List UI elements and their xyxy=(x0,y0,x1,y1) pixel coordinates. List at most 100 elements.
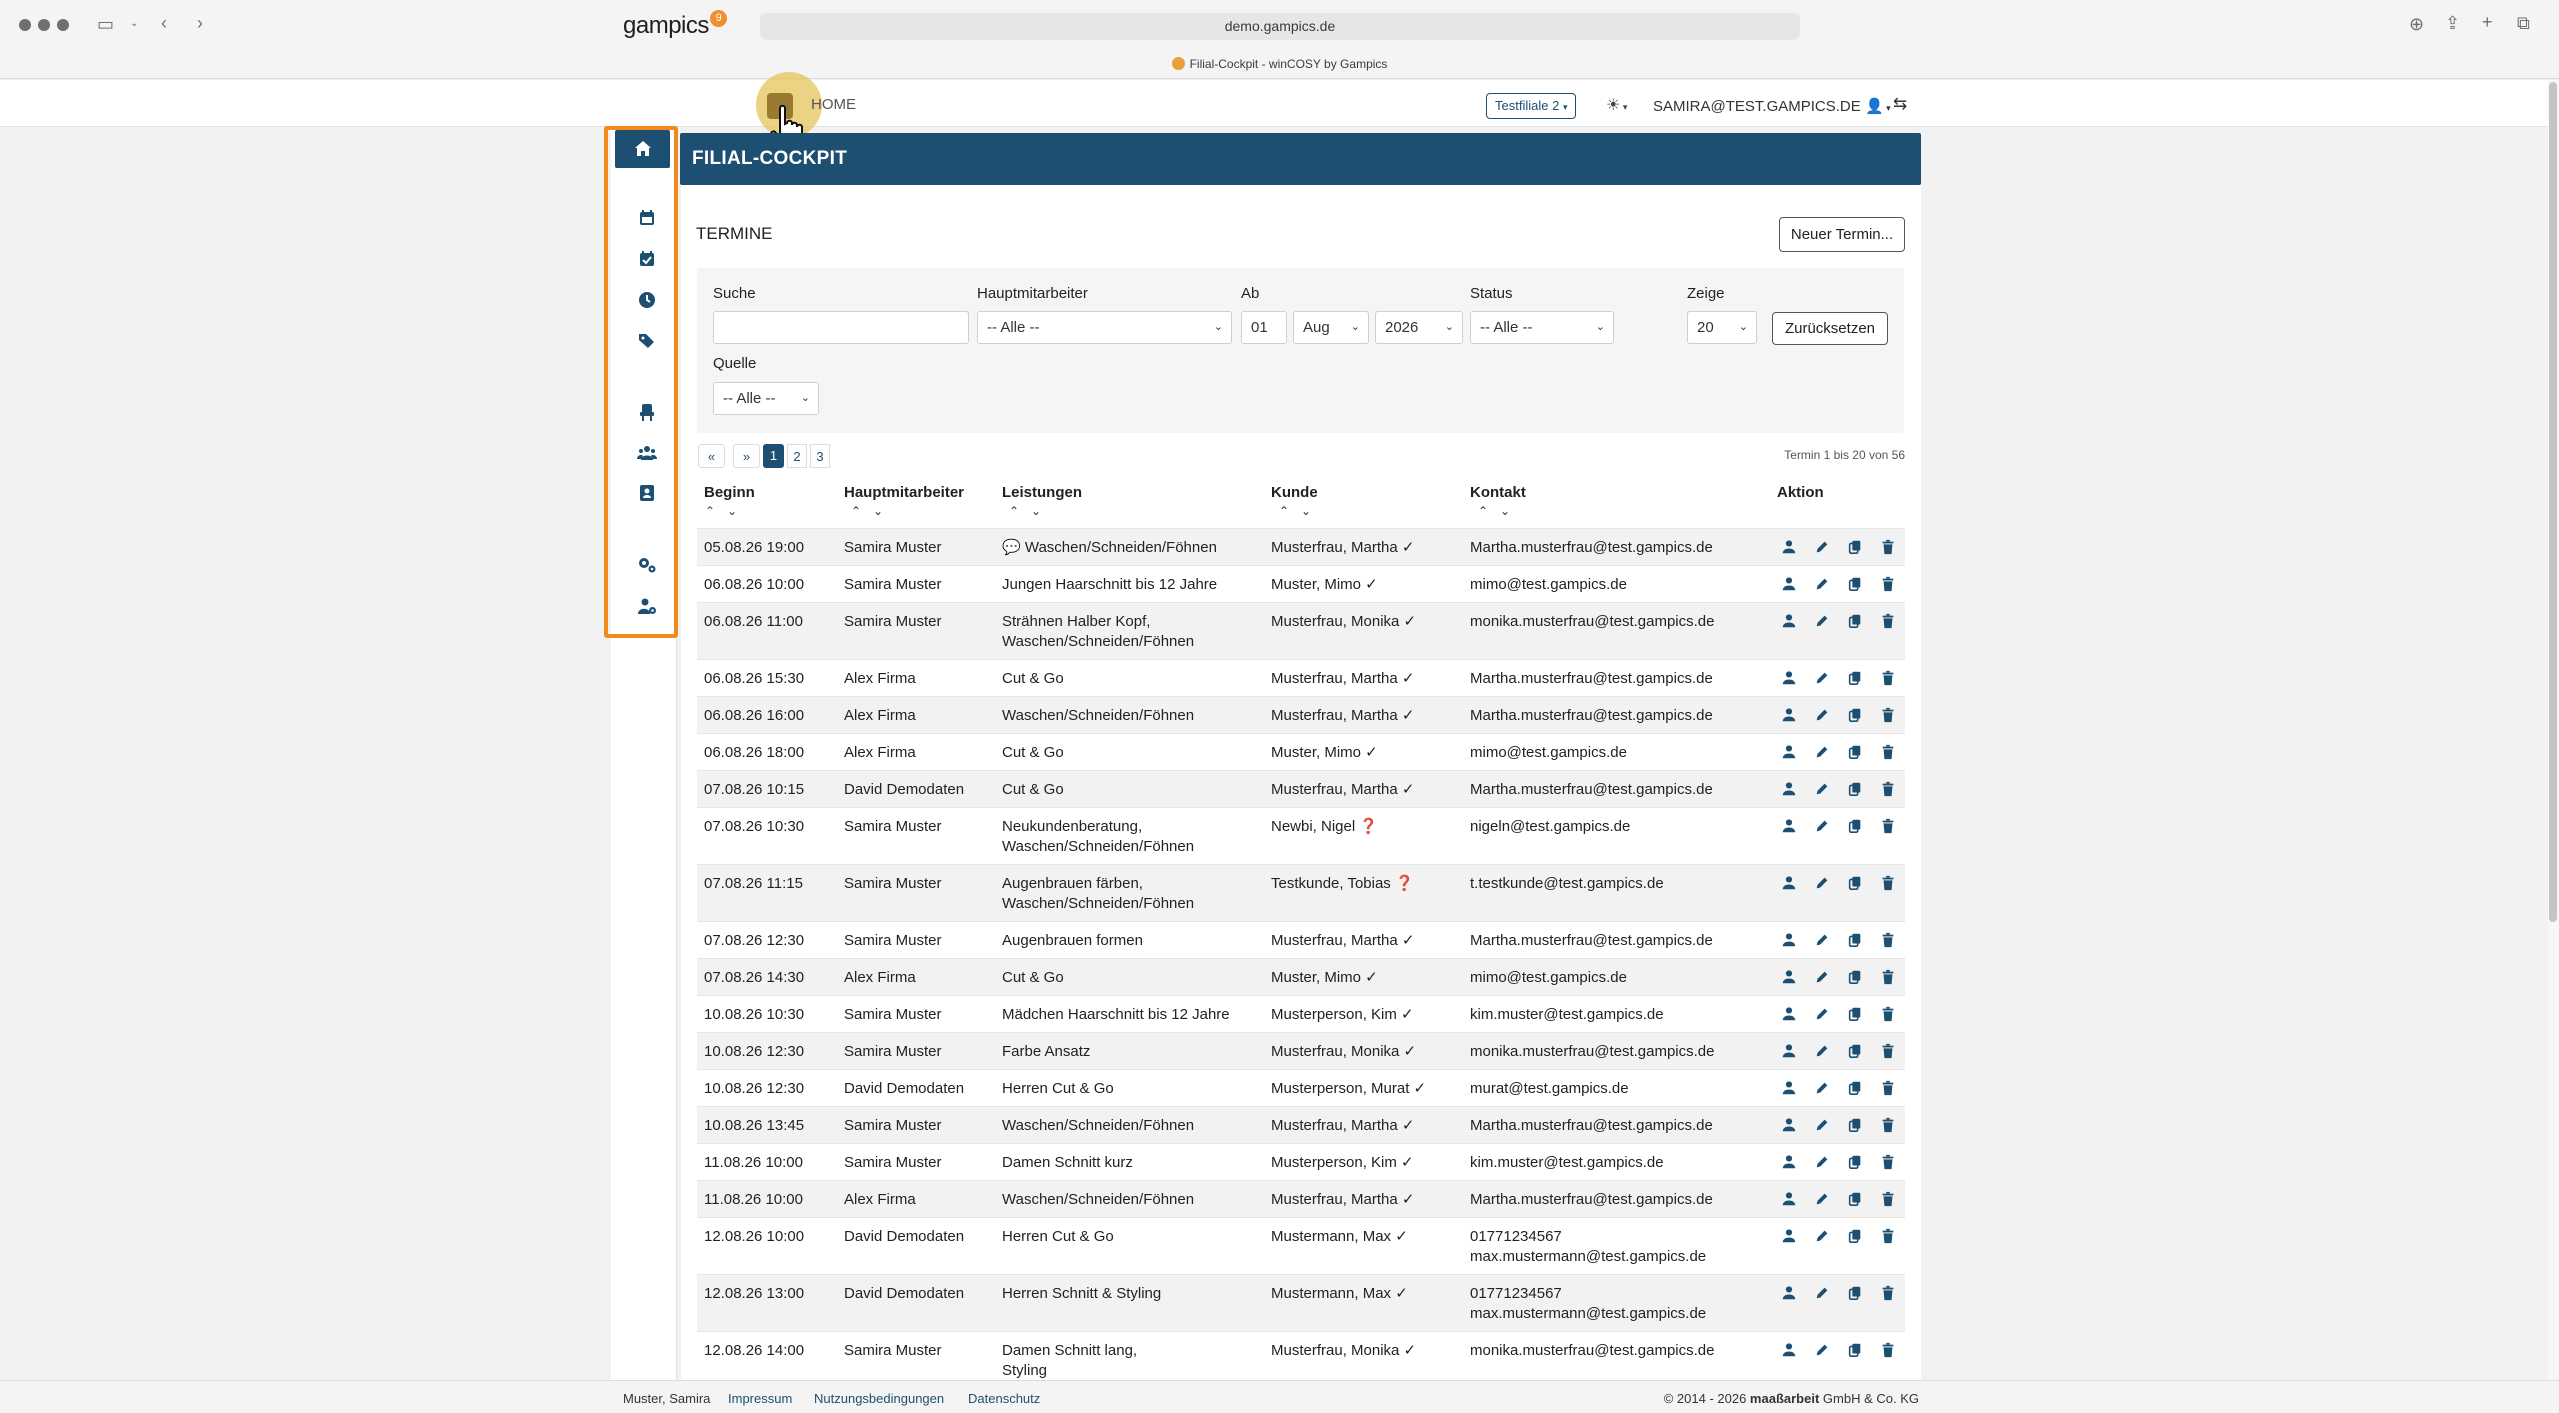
from-year-select[interactable]: 2026 ⌄ xyxy=(1375,311,1463,344)
copy-icon[interactable] xyxy=(1847,613,1865,631)
sidebar-item-user-settings[interactable] xyxy=(637,596,657,616)
delete-icon[interactable] xyxy=(1880,932,1898,950)
customer-icon[interactable] xyxy=(1781,613,1799,631)
customer-icon[interactable] xyxy=(1781,818,1799,836)
table-row[interactable]: 11.08.26 10:00 Samira Muster Damen Schnitt… xyxy=(697,1143,1905,1180)
customer-icon[interactable] xyxy=(1781,1342,1799,1360)
customer-icon[interactable] xyxy=(1781,969,1799,987)
edit-icon[interactable] xyxy=(1814,1342,1832,1360)
copy-icon[interactable] xyxy=(1847,539,1865,557)
customer-icon[interactable] xyxy=(1781,1117,1799,1135)
delete-icon[interactable] xyxy=(1880,613,1898,631)
delete-icon[interactable] xyxy=(1880,744,1898,762)
footer-link-datenschutz[interactable]: Datenschutz xyxy=(968,1391,1040,1406)
table-row[interactable]: 07.08.26 12:30 Samira Muster Augenbrauen f… xyxy=(697,921,1905,958)
page-2-button[interactable]: 2 xyxy=(787,444,807,468)
table-row[interactable]: 10.08.26 12:30 David Demodaten Herren Cut … xyxy=(697,1069,1905,1106)
column-header-kunde[interactable]: Kunde xyxy=(1271,484,1318,501)
branch-select[interactable]: Testfiliale 2 ▾ xyxy=(1486,93,1577,119)
forward-icon[interactable]: › xyxy=(197,13,203,33)
column-header-beginn[interactable]: Beginn xyxy=(704,484,755,501)
sidebar-item-customers[interactable] xyxy=(637,443,657,463)
customer-icon[interactable] xyxy=(1781,1285,1799,1303)
edit-icon[interactable] xyxy=(1814,744,1832,762)
copy-icon[interactable] xyxy=(1847,1154,1865,1172)
table-row[interactable]: 06.08.26 15:30 Alex Firma Cut & Go Musterfr… xyxy=(697,659,1905,696)
copy-icon[interactable] xyxy=(1847,932,1865,950)
switch-branch-icon[interactable]: ⇆ xyxy=(1893,94,1907,114)
chevron-down-icon[interactable]: ⌄ xyxy=(130,14,138,34)
edit-icon[interactable] xyxy=(1814,613,1832,631)
copy-icon[interactable] xyxy=(1847,1006,1865,1024)
delete-icon[interactable] xyxy=(1880,707,1898,725)
edit-icon[interactable] xyxy=(1814,875,1832,893)
delete-icon[interactable] xyxy=(1880,1154,1898,1172)
column-header-hauptmitarbeiter[interactable]: Hauptmitarbeiter xyxy=(844,484,964,501)
copy-icon[interactable] xyxy=(1847,670,1865,688)
copy-icon[interactable] xyxy=(1847,1080,1865,1098)
scrollbar-thumb[interactable] xyxy=(2549,82,2557,922)
customer-icon[interactable] xyxy=(1781,781,1799,799)
table-row[interactable]: 12.08.26 13:00 David Demodaten Herren Schn… xyxy=(697,1274,1905,1331)
copy-icon[interactable] xyxy=(1847,1228,1865,1246)
customer-icon[interactable] xyxy=(1781,744,1799,762)
edit-icon[interactable] xyxy=(1814,932,1832,950)
from-day-input[interactable]: 01 xyxy=(1241,311,1287,344)
customer-icon[interactable] xyxy=(1781,1006,1799,1024)
table-row[interactable]: 07.08.26 10:30 Samira Muster Neukundenbera… xyxy=(697,807,1905,864)
next-page-button[interactable]: » xyxy=(733,444,760,468)
table-row[interactable]: 07.08.26 11:15 Samira Muster Augenbrauen f… xyxy=(697,864,1905,921)
customer-icon[interactable] xyxy=(1781,1043,1799,1061)
window-close-button[interactable] xyxy=(19,19,31,31)
copy-icon[interactable] xyxy=(1847,969,1865,987)
edit-icon[interactable] xyxy=(1814,1117,1832,1135)
customer-icon[interactable] xyxy=(1781,1191,1799,1209)
sort-arrows-icon[interactable]: ⌃⌄ xyxy=(1478,504,1522,518)
delete-icon[interactable] xyxy=(1880,539,1898,557)
copy-icon[interactable] xyxy=(1847,1342,1865,1360)
delete-icon[interactable] xyxy=(1880,1006,1898,1024)
customer-icon[interactable] xyxy=(1781,707,1799,725)
table-row[interactable]: 07.08.26 14:30 Alex Firma Cut & Go Muster, … xyxy=(697,958,1905,995)
customer-icon[interactable] xyxy=(1781,1154,1799,1172)
copy-icon[interactable] xyxy=(1847,1043,1865,1061)
sort-arrows-icon[interactable]: ⌃⌄ xyxy=(705,504,749,518)
sort-arrows-icon[interactable]: ⌃⌄ xyxy=(851,504,895,518)
sidebar-item-tags[interactable] xyxy=(637,331,657,351)
page-3-button[interactable]: 3 xyxy=(810,444,830,468)
copy-icon[interactable] xyxy=(1847,1117,1865,1135)
new-tab-icon[interactable]: + xyxy=(2482,12,2493,32)
sidebar-item-appointment[interactable] xyxy=(637,249,657,269)
sort-arrows-icon[interactable]: ⌃⌄ xyxy=(1279,504,1323,518)
tabs-overview-icon[interactable]: ⧉ xyxy=(2517,13,2530,33)
delete-icon[interactable] xyxy=(1880,1191,1898,1209)
edit-icon[interactable] xyxy=(1814,1080,1832,1098)
edit-icon[interactable] xyxy=(1814,670,1832,688)
edit-icon[interactable] xyxy=(1814,1006,1832,1024)
customer-icon[interactable] xyxy=(1781,670,1799,688)
sidebar-item-calendar[interactable] xyxy=(637,208,657,228)
user-menu[interactable]: SAMIRA@TEST.GAMPICS.DE 👤 ▾ xyxy=(1653,97,1891,115)
table-row[interactable]: 12.08.26 10:00 David Demodaten Herren Cut … xyxy=(697,1217,1905,1274)
table-row[interactable]: 06.08.26 16:00 Alex Firma Waschen/Schneide… xyxy=(697,696,1905,733)
edit-icon[interactable] xyxy=(1814,818,1832,836)
window-zoom-button[interactable] xyxy=(57,19,69,31)
column-header-kontakt[interactable]: Kontakt xyxy=(1470,484,1526,501)
copy-icon[interactable] xyxy=(1847,1191,1865,1209)
customer-icon[interactable] xyxy=(1781,1228,1799,1246)
sort-arrows-icon[interactable]: ⌃⌄ xyxy=(1009,504,1053,518)
footer-link-nutzungsbedingungen[interactable]: Nutzungsbedingungen xyxy=(814,1391,944,1406)
table-row[interactable]: 10.08.26 12:30 Samira Muster Farbe Ansatz M… xyxy=(697,1032,1905,1069)
copy-icon[interactable] xyxy=(1847,818,1865,836)
customer-icon[interactable] xyxy=(1781,539,1799,557)
copy-icon[interactable] xyxy=(1847,875,1865,893)
new-appointment-button[interactable]: Neuer Termin... xyxy=(1779,217,1905,252)
sidebar-item-home[interactable] xyxy=(615,130,670,168)
search-input[interactable] xyxy=(713,311,969,344)
footer-link-impressum[interactable]: Impressum xyxy=(728,1391,792,1406)
edit-icon[interactable] xyxy=(1814,707,1832,725)
status-select[interactable]: -- Alle -- ⌄ xyxy=(1470,311,1614,344)
edit-icon[interactable] xyxy=(1814,969,1832,987)
delete-icon[interactable] xyxy=(1880,818,1898,836)
sidebar-toggle-icon[interactable]: ▭ xyxy=(97,14,114,34)
